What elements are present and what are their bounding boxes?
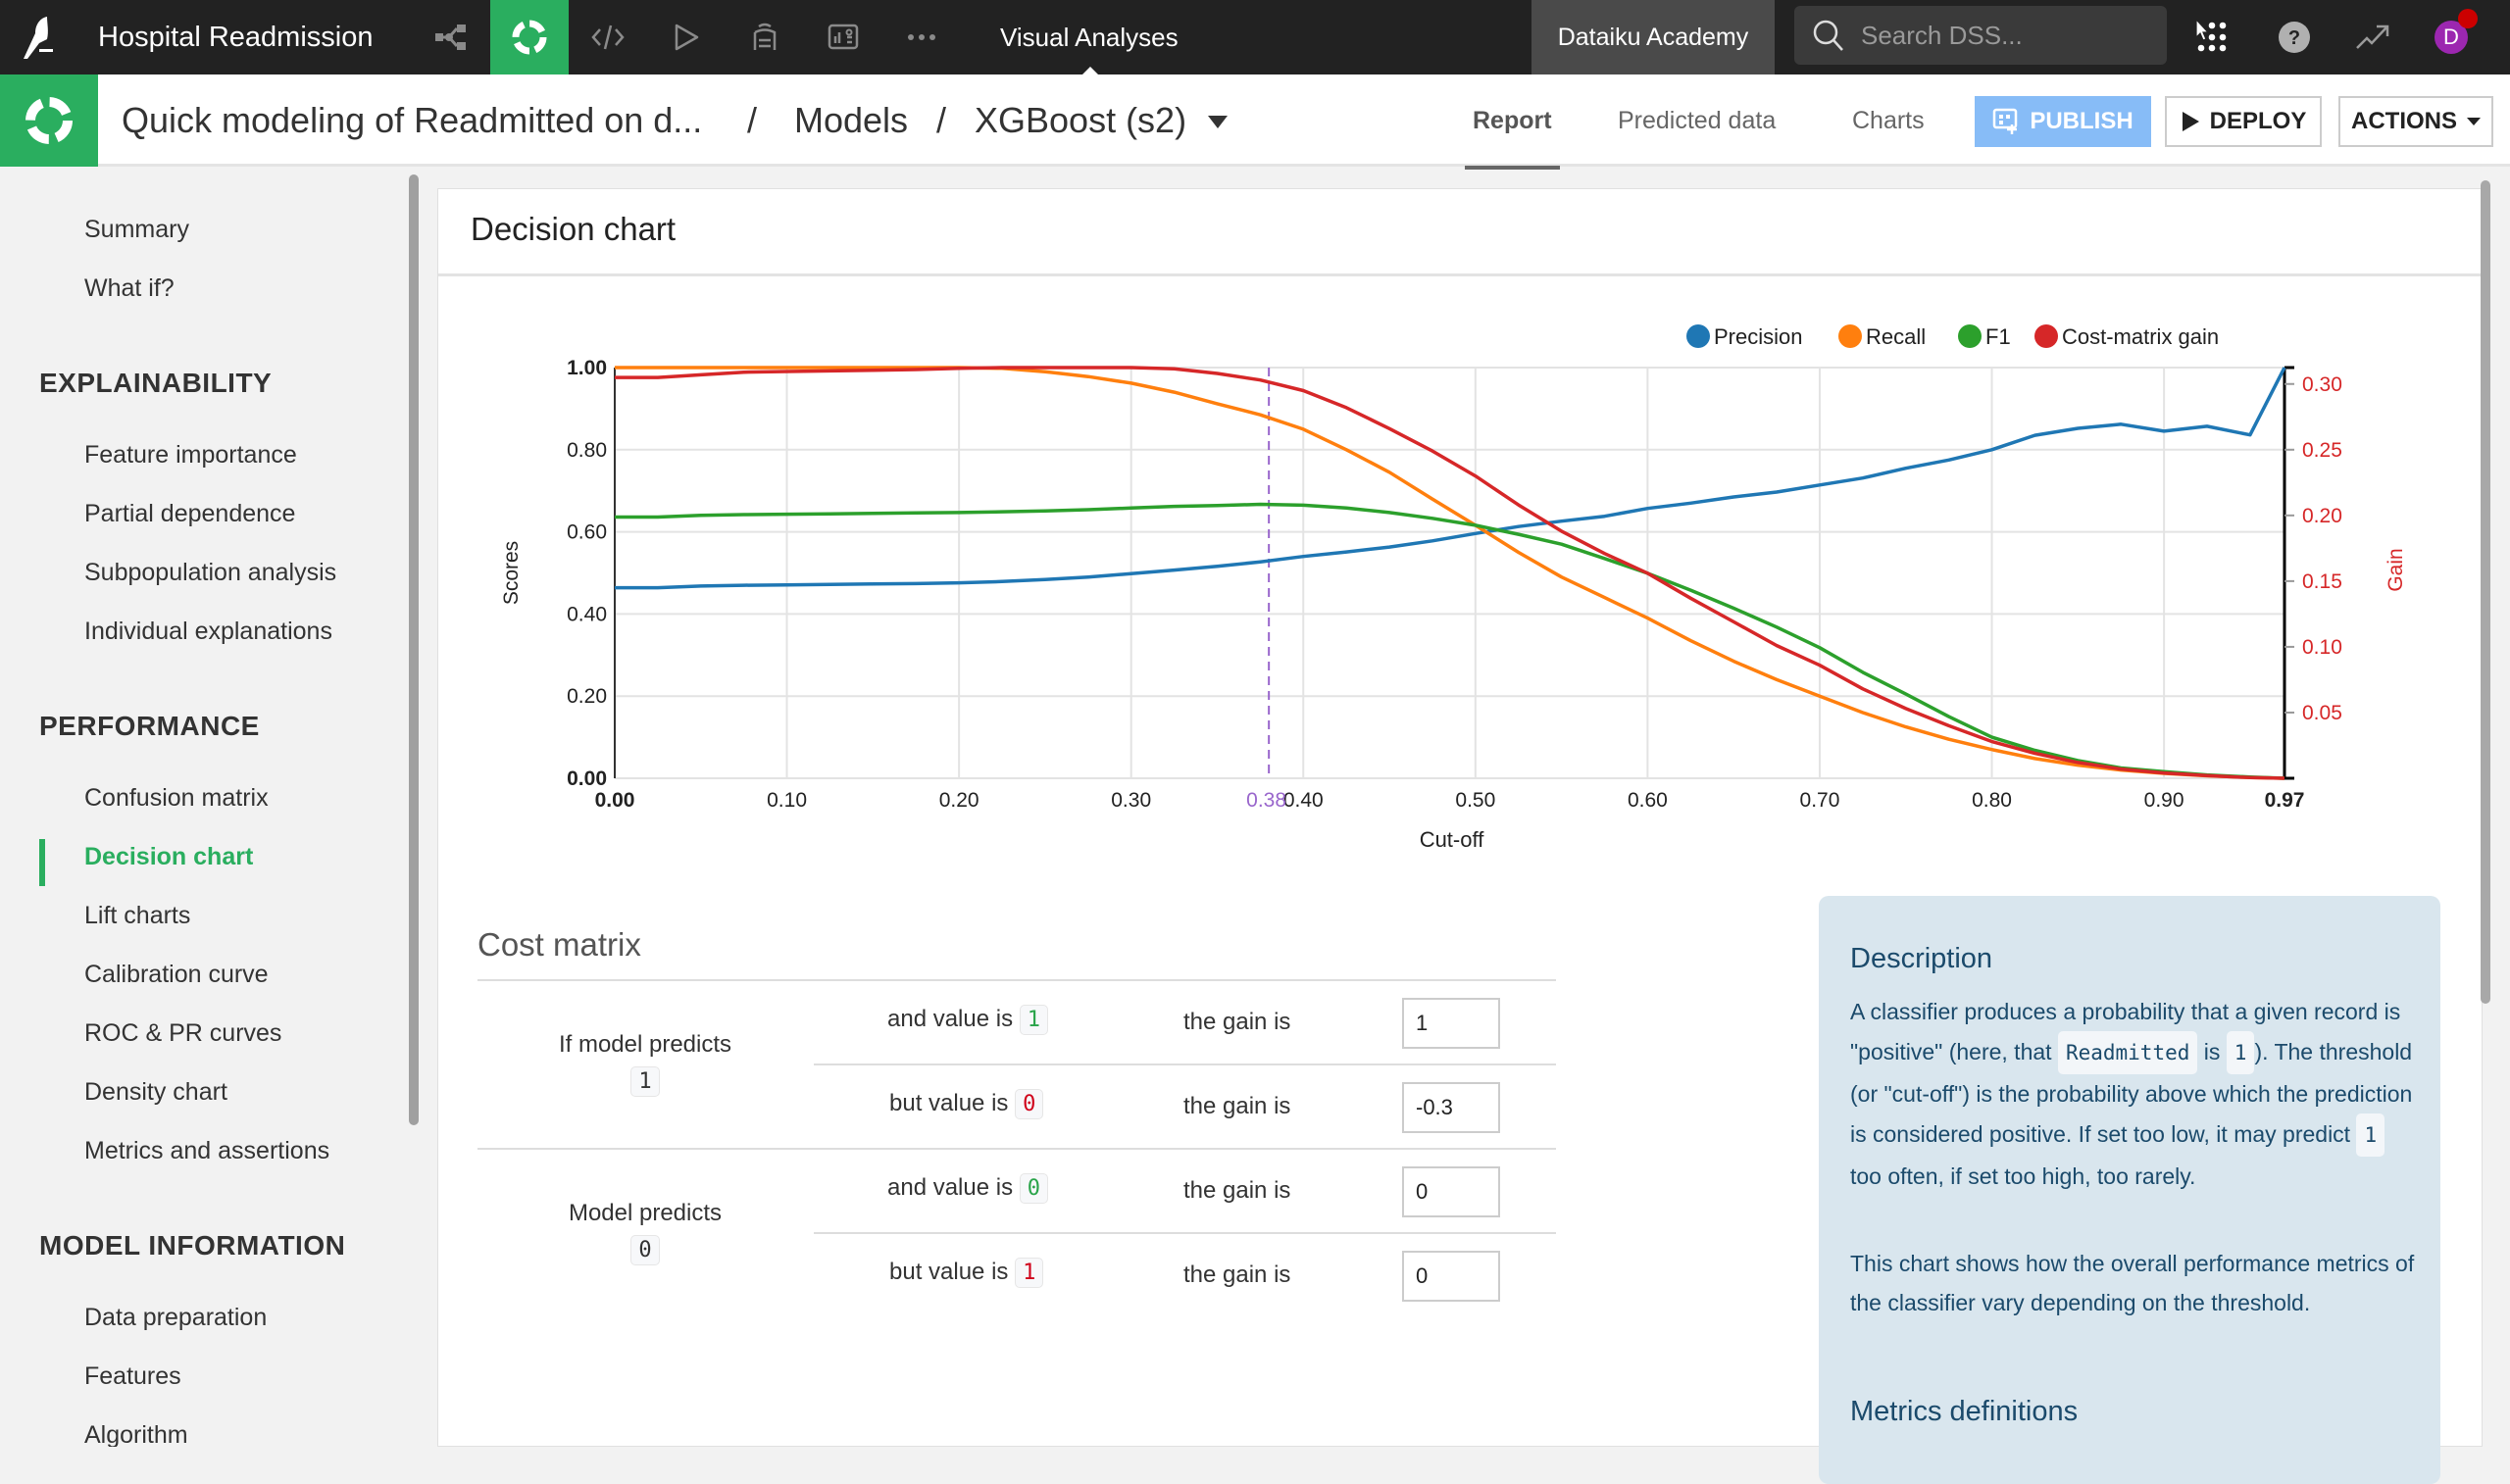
y-axis-title: Scores	[500, 541, 523, 605]
cost-matrix-row-divider	[814, 1232, 1556, 1234]
condition-text: and value is	[887, 1006, 1014, 1032]
x-axis-title: Cut-off	[1420, 827, 1485, 852]
x-tick-label: 0.10	[767, 789, 807, 812]
legend-marker	[1838, 324, 1862, 348]
positive-class-code: 1	[2356, 1113, 2385, 1157]
cost-matrix-condition: and value is 1	[887, 1005, 1049, 1035]
legend-label: Precision	[1714, 324, 1802, 349]
condition-text: and value is	[887, 1174, 1014, 1201]
positive-class-code: 1	[2226, 1031, 2255, 1074]
legend-label: Recall	[1866, 324, 1926, 349]
y-tick-label: 0.60	[567, 521, 607, 544]
cost-matrix-predicted-label: Model predicts 0	[478, 1200, 812, 1265]
y2-tick-label: 0.30	[2302, 373, 2342, 396]
chart-grid	[615, 367, 2284, 779]
condition-text: but value is	[889, 1090, 1009, 1116]
x-tick-label: 0.50	[1455, 789, 1495, 812]
series-line-precision	[615, 367, 2286, 590]
actual-class-badge: 0	[1015, 1089, 1044, 1119]
sidebar-item-features[interactable]: Features	[84, 1362, 181, 1391]
gain-label: the gain is	[1183, 1261, 1291, 1288]
cost-matrix-predicted-label: If model predicts 1	[478, 1031, 812, 1097]
cost-matrix-divider	[477, 1148, 1556, 1150]
legend-label: Cost-matrix gain	[2062, 324, 2219, 349]
y-tick-label: 0.00	[567, 767, 607, 790]
y2-tick-label: 0.20	[2302, 505, 2342, 527]
sidebar-item-calibration-curve[interactable]: Calibration curve	[84, 961, 269, 989]
sidebar-item-metrics-and-assertions[interactable]: Metrics and assertions	[84, 1137, 329, 1165]
y-tick-label: 0.80	[567, 439, 607, 462]
x-tick-label: 0.00	[595, 789, 635, 812]
chart-legend: Precision Recall F1 Cost-matrix gain	[1686, 324, 2219, 349]
decision-chart: 0.00 0.10 0.20 0.30 0.40 0.50 0.60 0.70 0.80 0.90…	[500, 324, 2407, 852]
description-box: Description A classifier produces a prob…	[1819, 896, 2440, 1484]
gain-input-fp[interactable]	[1402, 1082, 1500, 1133]
gain-input-tp[interactable]	[1402, 998, 1500, 1049]
sidebar-section-model-information: MODEL INFORMATION	[39, 1230, 346, 1261]
actual-class-badge: 1	[1019, 1005, 1049, 1035]
x-tick-label: 0.90	[2144, 789, 2184, 812]
gain-label: the gain is	[1183, 1093, 1291, 1119]
x-tick-label: 0.70	[1800, 789, 1840, 812]
sidebar-item-density-chart[interactable]: Density chart	[84, 1078, 227, 1107]
actual-class-badge: 1	[1015, 1258, 1044, 1288]
predicted-class-badge: 1	[630, 1066, 660, 1097]
y2-tick-label: 0.25	[2302, 439, 2342, 462]
y-tick-label: 1.00	[567, 357, 607, 379]
sidebar-item-lift-charts[interactable]: Lift charts	[84, 902, 190, 930]
threshold-label: 0.38	[1246, 789, 1286, 812]
x-tick-label: 0.60	[1628, 789, 1668, 812]
y-tick-label: 0.40	[567, 603, 607, 625]
y2-tick-label: 0.05	[2302, 702, 2342, 724]
sidebar-item-algorithm[interactable]: Algorithm	[84, 1421, 188, 1447]
gain-label: the gain is	[1183, 1177, 1291, 1204]
actual-class-badge: 0	[1019, 1173, 1049, 1204]
target-column-code: Readmitted	[2057, 1031, 2198, 1074]
sidebar-item-data-preparation[interactable]: Data preparation	[84, 1304, 267, 1332]
x-tick-label: 0.40	[1283, 789, 1324, 812]
description-text: too often, if set too high, too rarely.	[1850, 1163, 2196, 1189]
cost-matrix-condition: but value is 0	[889, 1089, 1044, 1119]
x-tick-label: 0.80	[1972, 789, 2012, 812]
y2-axis-title: Gain	[2384, 548, 2407, 591]
x-tick-label: 0.97	[2265, 789, 2305, 812]
cost-matrix-divider	[477, 979, 1556, 981]
condition-text: but value is	[889, 1259, 1009, 1285]
predicted-class-badge: 0	[630, 1235, 660, 1265]
description-paragraph: A classifier produces a probability that…	[1850, 992, 2419, 1196]
metrics-definitions-title: Metrics definitions	[1850, 1396, 2079, 1427]
description-paragraph: This chart shows how the overall perform…	[1850, 1251, 2415, 1315]
series-line-f1	[615, 502, 2285, 780]
predicts-label: If model predicts	[558, 1031, 732, 1058]
legend-marker	[1686, 324, 1710, 348]
cost-matrix-condition: but value is 1	[889, 1258, 1044, 1288]
predicts-label: Model predicts	[568, 1200, 723, 1226]
gain-input-fn[interactable]	[1402, 1251, 1500, 1302]
legend-marker	[1958, 324, 1982, 348]
cost-matrix-title: Cost matrix	[477, 926, 641, 963]
legend-marker	[2034, 324, 2058, 348]
description-title: Description	[1850, 943, 1993, 974]
gain-input-tn[interactable]	[1402, 1166, 1500, 1217]
y-tick-label: 0.20	[567, 685, 607, 708]
x-tick-label: 0.30	[1111, 789, 1151, 812]
y2-tick-label: 0.10	[2302, 636, 2342, 659]
series-line-cost-matrix-gain	[615, 366, 2285, 780]
legend-label: F1	[1985, 324, 2011, 349]
cost-matrix-row-divider	[814, 1064, 1556, 1065]
cost-matrix-condition: and value is 0	[887, 1173, 1049, 1204]
y2-tick-label: 0.15	[2302, 570, 2342, 593]
chart-series	[615, 366, 2286, 780]
series-line-recall	[615, 366, 2285, 780]
gain-label: the gain is	[1183, 1009, 1291, 1035]
sidebar-item-roc-pr-curves[interactable]: ROC & PR curves	[84, 1019, 281, 1048]
description-text: is	[2203, 1039, 2221, 1064]
x-tick-label: 0.20	[939, 789, 979, 812]
